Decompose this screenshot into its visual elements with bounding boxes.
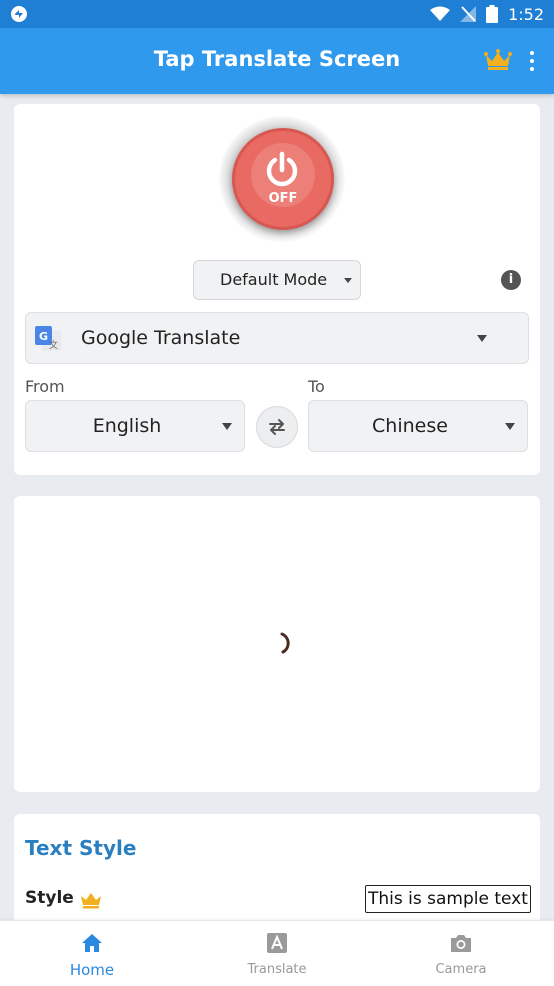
nav-item-translate[interactable]: Translate bbox=[185, 921, 369, 986]
signal-off-icon bbox=[460, 6, 477, 22]
info-icon[interactable]: i bbox=[501, 270, 521, 290]
mode-selected-label: Default Mode bbox=[220, 270, 328, 289]
swap-icon bbox=[269, 419, 285, 435]
premium-crown-icon[interactable] bbox=[484, 49, 512, 71]
caret-down-icon bbox=[505, 423, 515, 430]
wifi-icon bbox=[430, 6, 451, 21]
content-card bbox=[14, 496, 540, 792]
overflow-menu-icon[interactable] bbox=[522, 48, 542, 74]
premium-crown-icon bbox=[81, 893, 101, 909]
loading-spinner-icon bbox=[280, 632, 290, 654]
camera-icon bbox=[451, 935, 471, 952]
status-time: 1:52 bbox=[508, 4, 544, 24]
caret-down-icon bbox=[477, 335, 487, 342]
app-bar: Tap Translate Screen bbox=[0, 28, 554, 94]
nav-item-camera[interactable]: Camera bbox=[369, 921, 553, 986]
bottom-navigation: Home Translate Camera bbox=[0, 920, 554, 986]
nav-item-home[interactable]: Home bbox=[0, 921, 184, 986]
home-icon bbox=[82, 934, 102, 952]
page-title: Tap Translate Screen bbox=[153, 47, 401, 71]
source-language-label: English bbox=[92, 415, 162, 437]
status-icons: 1:52 bbox=[430, 0, 544, 28]
mode-dropdown[interactable]: Default Mode bbox=[193, 260, 361, 300]
power-toggle-button[interactable]: OFF bbox=[232, 128, 334, 230]
from-label: From bbox=[25, 377, 65, 396]
controls-card: OFF Default Mode i G 文 Google Translate … bbox=[14, 104, 540, 475]
target-language-label: Chinese bbox=[372, 415, 448, 437]
swap-languages-button[interactable] bbox=[256, 406, 298, 448]
status-bar: 1:52 bbox=[0, 0, 554, 28]
translate-icon bbox=[267, 933, 287, 953]
app-notification-icon bbox=[11, 6, 27, 22]
caret-down-icon bbox=[344, 278, 352, 283]
target-language-dropdown[interactable]: Chinese bbox=[308, 400, 528, 452]
engine-selected-label: Google Translate bbox=[81, 327, 241, 349]
nav-label-translate: Translate bbox=[247, 962, 307, 977]
text-style-card: Text Style Style This is sample text bbox=[14, 814, 540, 934]
style-label: Style bbox=[25, 888, 74, 908]
caret-down-icon bbox=[222, 423, 232, 430]
svg-text:G: G bbox=[39, 330, 48, 343]
svg-text:文: 文 bbox=[49, 339, 58, 351]
to-label: To bbox=[308, 377, 325, 396]
source-language-dropdown[interactable]: English bbox=[25, 400, 245, 452]
text-style-title: Text Style bbox=[25, 836, 137, 860]
power-icon bbox=[266, 151, 298, 187]
nav-label-camera: Camera bbox=[435, 962, 487, 977]
google-translate-icon: G 文 bbox=[35, 326, 61, 351]
battery-icon bbox=[486, 5, 499, 23]
translation-engine-dropdown[interactable]: G 文 Google Translate bbox=[25, 312, 529, 364]
power-state-label: OFF bbox=[268, 191, 298, 206]
nav-label-home: Home bbox=[69, 961, 115, 979]
sample-text-preview[interactable]: This is sample text bbox=[365, 885, 531, 913]
